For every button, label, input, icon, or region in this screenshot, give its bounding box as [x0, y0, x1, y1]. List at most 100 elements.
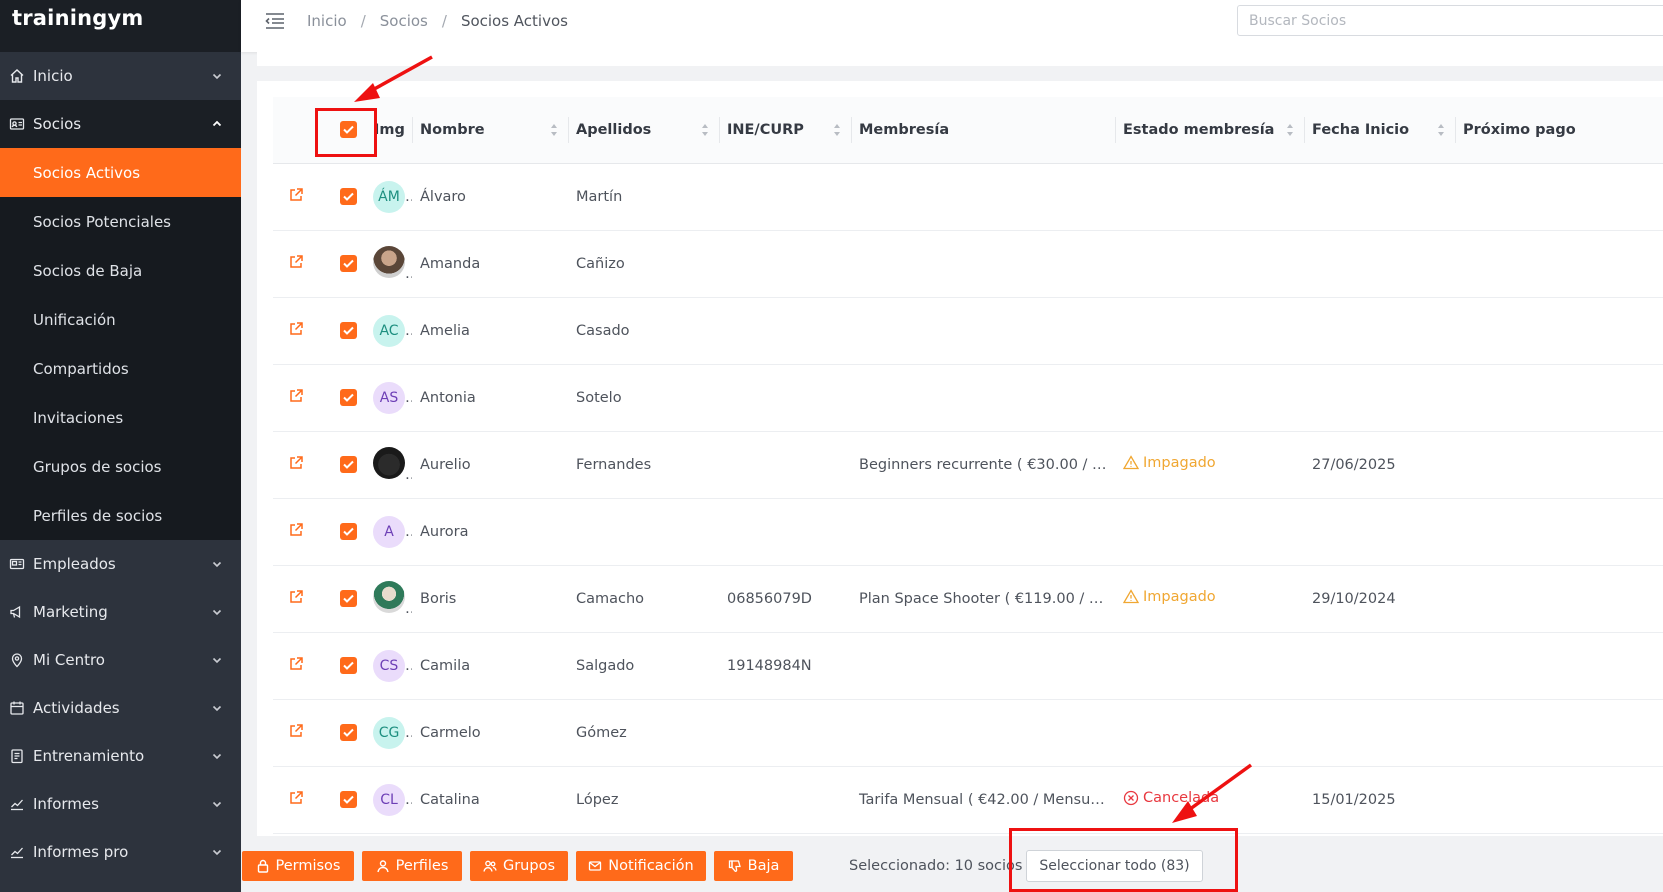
table-row[interactable]: A Aurora: [273, 498, 1663, 566]
external-edit-icon[interactable]: [288, 522, 304, 538]
select-all-button[interactable]: Seleccionar todo (83): [1026, 850, 1203, 882]
header-apellidos[interactable]: Apellidos: [568, 97, 719, 164]
external-edit-icon[interactable]: [288, 656, 304, 672]
external-edit-icon[interactable]: [288, 589, 304, 605]
select-all-checkbox[interactable]: [340, 121, 357, 139]
sidebar-item-empleados[interactable]: Empleados: [0, 540, 241, 588]
sidebar-item-label: Informes pro: [33, 843, 129, 861]
row-checkbox[interactable]: [340, 322, 357, 339]
cell-select: [320, 163, 366, 231]
external-edit-icon[interactable]: [288, 723, 304, 739]
row-checkbox[interactable]: [340, 389, 357, 406]
sidebar-item-entrenamiento[interactable]: Entrenamiento: [0, 732, 241, 780]
app-logo[interactable]: trainingym: [12, 6, 241, 30]
sidebar-item-informes-pro[interactable]: Informes pro: [0, 828, 241, 876]
button-label: Grupos: [502, 858, 556, 874]
cell-estado: Impagado: [1115, 431, 1304, 499]
row-checkbox[interactable]: [340, 791, 357, 808]
permisos-button[interactable]: Permisos: [242, 851, 354, 881]
sidebar-item-informes[interactable]: Informes: [0, 780, 241, 828]
chevron-down-icon: [212, 801, 222, 808]
external-edit-icon[interactable]: [288, 321, 304, 337]
perfiles-button[interactable]: Perfiles: [362, 851, 462, 881]
sidebar-item-actividades[interactable]: Actividades: [0, 684, 241, 732]
notificacion-button[interactable]: Notificación: [576, 851, 706, 881]
cell-fecha-inicio: [1304, 297, 1455, 365]
cell-fecha-inicio: 29/10/2024: [1304, 565, 1455, 633]
cell-nombre: Amanda: [412, 230, 568, 298]
badge-icon: [8, 555, 26, 573]
sort-icon[interactable]: [833, 123, 841, 137]
sidebar-item-marketing[interactable]: Marketing: [0, 588, 241, 636]
sidebar-item-label: Socios: [33, 115, 82, 133]
cell-img: CS: [366, 632, 412, 700]
sidebar-item-socios[interactable]: Socios: [0, 100, 241, 148]
external-edit-icon[interactable]: [288, 388, 304, 404]
thumbs-down-icon: [728, 860, 741, 872]
breadcrumb-inicio[interactable]: Inicio: [307, 12, 347, 30]
grupos-button[interactable]: Grupos: [470, 851, 568, 881]
search-input[interactable]: [1237, 5, 1663, 36]
baja-button[interactable]: Baja: [714, 851, 793, 881]
row-checkbox[interactable]: [340, 523, 357, 540]
sidebar-item-mi-centro[interactable]: Mi Centro: [0, 636, 241, 684]
sort-icon[interactable]: [1286, 123, 1294, 137]
cell-nombre: Antonia: [412, 364, 568, 432]
row-checkbox[interactable]: [340, 724, 357, 741]
sort-icon[interactable]: [1437, 123, 1445, 137]
cell-img: [366, 230, 412, 298]
sidebar-subitem-grupos-de-socios[interactable]: Grupos de socios: [0, 442, 241, 491]
table-row[interactable]: CG Carmelo Gómez: [273, 699, 1663, 767]
table-row[interactable]: AS Antonia Sotelo: [273, 364, 1663, 432]
external-edit-icon[interactable]: [288, 187, 304, 203]
row-checkbox[interactable]: [340, 590, 357, 607]
cell-proximo-pago: [1455, 364, 1663, 432]
table-row[interactable]: Aurelio Fernandes Beginners recurrente ( €…: [273, 431, 1663, 499]
id-card-icon: [8, 115, 26, 133]
sidebar-subitem-perfiles-de-socios[interactable]: Perfiles de socios: [0, 491, 241, 540]
table-row[interactable]: Boris Camacho 06856079D Plan Space Shooter …: [273, 565, 1663, 633]
sort-icon[interactable]: [701, 123, 709, 137]
sidebar-subitem-socios-de-baja[interactable]: Socios de Baja: [0, 246, 241, 295]
header-fecha-inicio[interactable]: Fecha Inicio: [1304, 97, 1455, 164]
cell-ine: [719, 163, 851, 231]
cell-img: A: [366, 498, 412, 566]
cell-nombre: Catalina: [412, 766, 568, 834]
sidebar-subitem-socios-activos[interactable]: Socios Activos: [0, 148, 241, 197]
external-edit-icon[interactable]: [288, 254, 304, 270]
external-edit-icon[interactable]: [288, 790, 304, 806]
table-row[interactable]: CS Camila Salgado 19148984N: [273, 632, 1663, 700]
table-row[interactable]: CL Catalina López Tarifa Mensual ( €42.00 /…: [273, 766, 1663, 834]
table-row[interactable]: ÁM Álvaro Martín: [273, 163, 1663, 231]
members-table-card: Img Nombre Apellidos INE/CURP Membresía …: [257, 81, 1663, 836]
breadcrumb-socios[interactable]: Socios: [380, 12, 428, 30]
sidebar-subitem-compartidos[interactable]: Compartidos: [0, 344, 241, 393]
cell-edit: [273, 498, 320, 566]
row-checkbox[interactable]: [340, 188, 357, 205]
header-estado-membresia[interactable]: Estado membresía: [1115, 97, 1304, 164]
table-row[interactable]: Amanda Cañizo: [273, 230, 1663, 298]
cell-select: [320, 565, 366, 633]
row-checkbox[interactable]: [340, 255, 357, 272]
external-edit-icon[interactable]: [288, 455, 304, 471]
sidebar-subitem-socios-potenciales[interactable]: Socios Potenciales: [0, 197, 241, 246]
table-row[interactable]: AC Amelia Casado: [273, 297, 1663, 365]
cell-apellidos: Casado: [568, 297, 719, 365]
header-proximo-pago: Próximo pago: [1455, 97, 1663, 164]
header-nombre[interactable]: Nombre: [412, 97, 568, 164]
sidebar: trainingym Inicio Socios Socios Activos …: [0, 0, 241, 892]
sort-icon[interactable]: [550, 123, 558, 137]
sidebar-item-label: Informes: [33, 795, 99, 813]
sidebar-subitem-unificacion[interactable]: Unificación: [0, 295, 241, 344]
cell-select: [320, 632, 366, 700]
header-ine-curp[interactable]: INE/CURP: [719, 97, 851, 164]
sidebar-item-inicio[interactable]: Inicio: [0, 52, 241, 100]
cell-edit: [273, 364, 320, 432]
cell-membresia: [851, 297, 1115, 365]
menu-toggle-icon[interactable]: [265, 12, 285, 30]
row-checkbox[interactable]: [340, 456, 357, 473]
cell-membresia: [851, 498, 1115, 566]
sidebar-subitem-invitaciones[interactable]: Invitaciones: [0, 393, 241, 442]
warning-icon: [1123, 589, 1139, 604]
row-checkbox[interactable]: [340, 657, 357, 674]
